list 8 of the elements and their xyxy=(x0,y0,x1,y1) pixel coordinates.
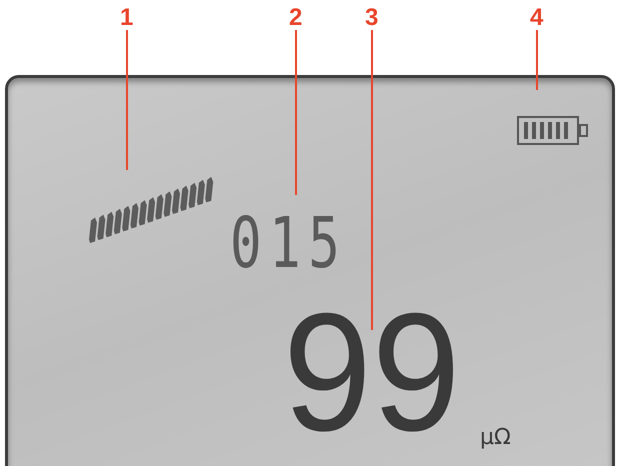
callout-number: 4 xyxy=(530,6,544,30)
callout-number: 1 xyxy=(120,6,134,30)
counter-readout: 015 xyxy=(230,208,348,278)
measurement-readout: 99 xyxy=(283,288,461,456)
leader-line xyxy=(536,30,538,90)
callout-number: 3 xyxy=(365,6,378,30)
unit-label: μΩ xyxy=(480,425,511,450)
callout-number: 2 xyxy=(289,6,302,30)
